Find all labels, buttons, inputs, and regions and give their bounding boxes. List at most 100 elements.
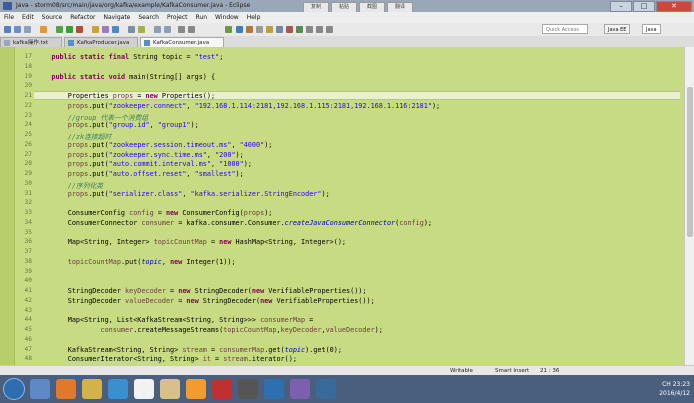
back-icon[interactable] xyxy=(178,26,185,33)
explorer-icon[interactable] xyxy=(160,379,180,399)
code-line[interactable]: Map<String, Integer> topicCountMap = new… xyxy=(35,238,346,246)
code-line[interactable]: Properties props = new Properties(); xyxy=(35,92,215,100)
code-line[interactable]: Map<String, List<KafkaStream<String, Str… xyxy=(35,316,314,324)
code-token: , xyxy=(161,257,171,266)
ie-icon[interactable] xyxy=(30,379,50,399)
firefox-icon[interactable] xyxy=(56,379,76,399)
code-token: new xyxy=(170,257,187,266)
code-line[interactable]: StringDecoder keyDecoder = new StringDec… xyxy=(35,287,367,295)
menu-window[interactable]: Window xyxy=(211,12,243,23)
code-line[interactable]: props.put("group.id", "group1"); xyxy=(35,121,199,129)
debug-icon[interactable] xyxy=(56,26,63,33)
pdf-icon[interactable] xyxy=(212,379,232,399)
search-icon[interactable] xyxy=(138,26,145,33)
menu-navigate[interactable]: Navigate xyxy=(99,12,134,23)
new-java-project-icon[interactable] xyxy=(92,26,99,33)
next-annotation-icon[interactable] xyxy=(154,26,161,33)
close-icon[interactable]: ✕ xyxy=(656,1,692,12)
tab-kafka-txt[interactable]: kafka操作.txt xyxy=(0,37,62,47)
menu-source[interactable]: Source xyxy=(38,12,67,23)
menu-file[interactable]: File xyxy=(0,12,18,23)
code-line[interactable]: ConsumerConfig config = new ConsumerConf… xyxy=(35,209,273,217)
line-number: 35 xyxy=(24,228,32,236)
code-line[interactable]: public static final String topic = "test… xyxy=(35,53,223,61)
code-line[interactable]: props.put("zookeeper.connect", "192.168.… xyxy=(35,102,440,110)
start-button[interactable] xyxy=(3,378,25,400)
toolbar-icon-j[interactable] xyxy=(316,26,323,33)
code-token: keyDecoder xyxy=(280,326,322,334)
code-line[interactable]: topicCountMap.put(topic, new Integer(1))… xyxy=(35,258,236,266)
code-line[interactable]: //序列化类 xyxy=(35,180,103,190)
menu-refactor[interactable]: Refactor xyxy=(66,12,99,23)
tab-kafka-producer[interactable]: KafkaProducer.java xyxy=(64,37,138,47)
tab-kafka-consumer[interactable]: KafkaConsumer.java ✕ xyxy=(140,37,224,56)
run-icon[interactable] xyxy=(66,26,73,33)
scrollbar-thumb[interactable] xyxy=(687,87,693,237)
code-token: keyDecoder xyxy=(125,287,166,295)
code-line[interactable]: KafkaStream<String, String> stream = con… xyxy=(35,346,342,354)
toolbar-icon-e[interactable] xyxy=(266,26,273,33)
code-line[interactable]: ConsumerConnector consumer = kafka.consu… xyxy=(35,219,432,227)
code-line[interactable]: consumer.createMessageStreams(topicCount… xyxy=(35,326,382,334)
app-icon[interactable] xyxy=(186,379,206,399)
code-line[interactable]: props.put("serializer.class", "kafka.ser… xyxy=(35,190,330,198)
code-editor[interactable]: 17 public static final String topic = "t… xyxy=(0,47,684,365)
tray-lang[interactable]: CH xyxy=(662,381,671,388)
toolbar-icon-h[interactable] xyxy=(296,26,303,33)
code-line[interactable]: //group 代表一个消费组 xyxy=(35,112,148,122)
line-number: 38 xyxy=(24,257,32,265)
maximize-icon[interactable]: □ xyxy=(633,1,655,12)
code-token: .iterator(); xyxy=(247,355,297,364)
toolbar-icon-i[interactable] xyxy=(306,26,313,33)
new-class-icon[interactable] xyxy=(112,26,119,33)
code-line[interactable]: props.put("zookeeper.sync.time.ms", "200… xyxy=(35,151,244,159)
forward-icon[interactable] xyxy=(188,26,195,33)
toolbar-icon-g[interactable] xyxy=(286,26,293,33)
code-line[interactable]: StringDecoder valueDecoder = new StringD… xyxy=(35,297,375,305)
line-number: 42 xyxy=(24,296,32,304)
word-icon[interactable] xyxy=(264,379,284,399)
toolbar-icon-k[interactable] xyxy=(326,26,333,33)
code-line[interactable]: props.put("auto.offset.reset", "smallest… xyxy=(35,170,244,178)
terminal-icon[interactable] xyxy=(238,379,258,399)
app2-icon[interactable] xyxy=(316,379,336,399)
print-icon[interactable] xyxy=(24,26,31,33)
menu-run[interactable]: Run xyxy=(192,12,212,23)
new-package-icon[interactable] xyxy=(102,26,109,33)
quick-access-input[interactable]: Quick Access xyxy=(542,24,588,34)
menu-search[interactable]: Search xyxy=(134,12,163,23)
new-icon[interactable] xyxy=(4,26,11,33)
minimize-icon[interactable]: – xyxy=(610,1,632,12)
toolbar-icon-d[interactable] xyxy=(256,26,263,33)
folder-icon[interactable] xyxy=(82,379,102,399)
code-line[interactable]: props.put("zookeeper.session.timeout.ms"… xyxy=(35,141,273,149)
open-type-icon[interactable] xyxy=(128,26,135,33)
perspective-java-ee[interactable]: Java EE xyxy=(604,24,631,34)
code-line[interactable]: ConsumerIterator<String, String> it = st… xyxy=(35,355,297,363)
windows-taskbar: CH 23:23 2016/4/12 xyxy=(0,375,694,403)
previous-annotation-icon[interactable] xyxy=(164,26,171,33)
menu-help[interactable]: Help xyxy=(243,12,265,23)
save-icon[interactable] xyxy=(14,26,21,33)
code-line[interactable]: public static void main(String[] args) { xyxy=(35,73,215,81)
toolbar-icon-a[interactable] xyxy=(225,26,232,33)
menu-project[interactable]: Project xyxy=(163,12,192,23)
menu-edit[interactable]: Edit xyxy=(18,12,38,23)
code-token: VerifiableProperties()); xyxy=(268,287,367,295)
notepad-icon[interactable] xyxy=(134,379,154,399)
code-line[interactable]: //zk连接超时 xyxy=(35,131,112,141)
toolbar-icon-b[interactable] xyxy=(236,26,243,33)
external-tools-icon[interactable] xyxy=(76,26,83,33)
perspective-java[interactable]: Java xyxy=(642,24,661,34)
code-line[interactable]: props.put("auto.commit.interval.ms", "10… xyxy=(35,160,252,168)
toolbar-icon-c[interactable] xyxy=(246,26,253,33)
media-icon[interactable] xyxy=(108,379,128,399)
eclipse-taskbar-icon[interactable] xyxy=(290,379,310,399)
code-token: public static final xyxy=(51,53,134,61)
vertical-scrollbar[interactable] xyxy=(684,47,694,365)
code-token: "zookeeper.sync.time.ms" xyxy=(108,150,207,159)
toolbar-icon-f[interactable] xyxy=(276,26,283,33)
build-icon[interactable] xyxy=(40,26,47,33)
